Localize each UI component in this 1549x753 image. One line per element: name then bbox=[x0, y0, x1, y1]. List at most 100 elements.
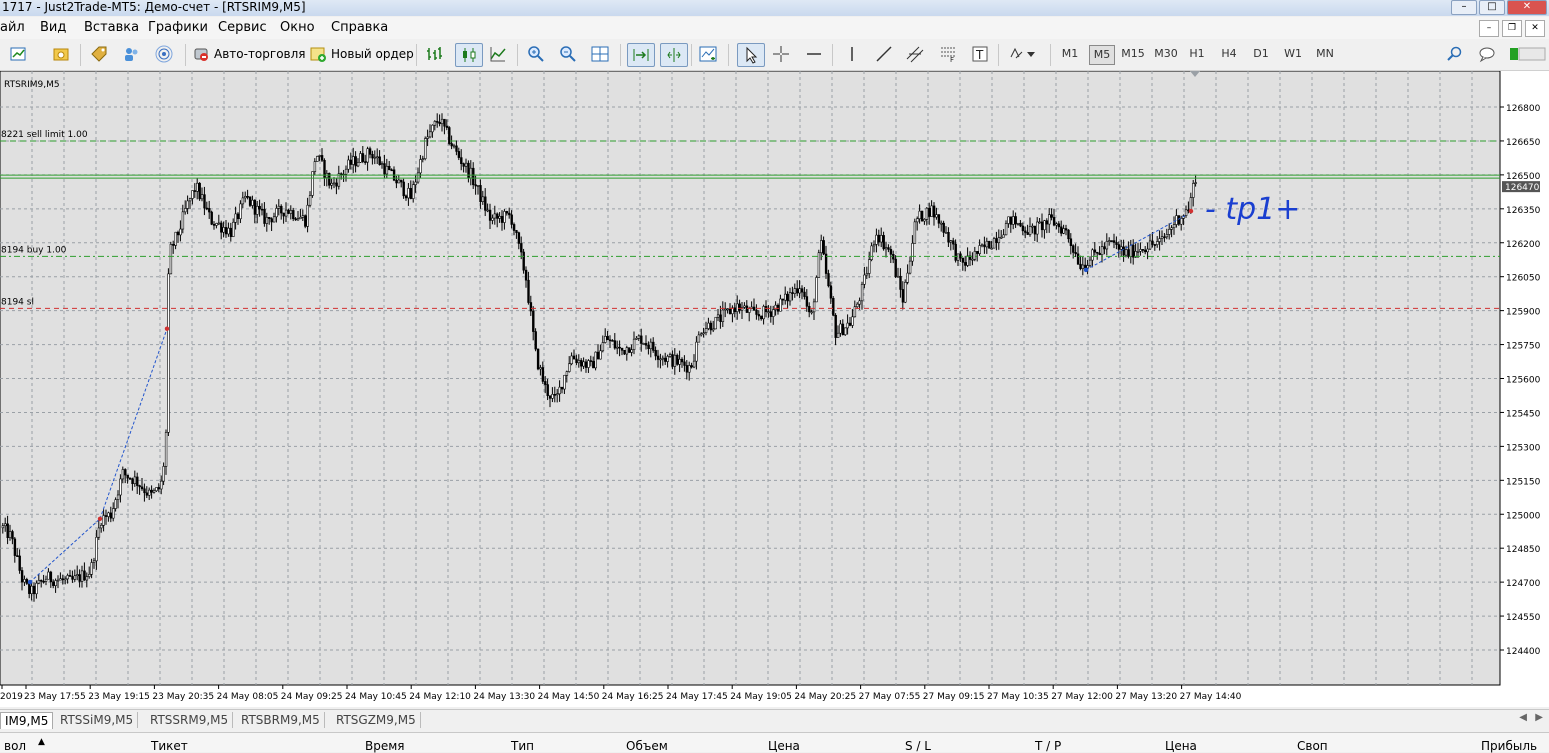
trendline-tool-button[interactable] bbox=[875, 43, 893, 65]
timeframe-d1[interactable]: D1 bbox=[1250, 45, 1272, 63]
candle-body bbox=[522, 251, 525, 271]
tabs-scroll-right-icon[interactable]: ▶ bbox=[1535, 712, 1543, 723]
timeframe-m15[interactable]: M15 bbox=[1120, 45, 1146, 63]
candle-body bbox=[272, 216, 276, 223]
candle-body bbox=[536, 348, 540, 370]
timeframe-w1[interactable]: W1 bbox=[1282, 45, 1304, 63]
cursor-tool-button[interactable] bbox=[737, 43, 765, 67]
auto-scroll-button[interactable] bbox=[627, 43, 655, 67]
timeframe-m5[interactable]: M5 bbox=[1089, 45, 1115, 65]
candle-body bbox=[808, 305, 811, 313]
candle-body bbox=[92, 560, 96, 563]
candle-body bbox=[517, 232, 521, 244]
candle-body bbox=[815, 277, 818, 303]
candlestick-button[interactable] bbox=[455, 43, 483, 67]
new-chart-button[interactable] bbox=[10, 43, 28, 65]
candle-body bbox=[1088, 259, 1092, 266]
candle-body bbox=[894, 258, 897, 277]
chart-tab-rtsrim9[interactable]: IM9,M5 bbox=[0, 712, 54, 729]
chart-shift-button[interactable] bbox=[660, 43, 688, 67]
minimize-button[interactable]: – bbox=[1451, 0, 1477, 15]
robot-icon bbox=[194, 48, 208, 61]
candle-body bbox=[1026, 232, 1029, 235]
menu-help[interactable]: Справка bbox=[331, 20, 388, 35]
text-tool-button[interactable]: T bbox=[971, 43, 989, 65]
equidistant-channel-tool-button[interactable] bbox=[906, 43, 924, 65]
candle-body bbox=[215, 223, 218, 226]
candle-body bbox=[935, 214, 938, 218]
tile-windows-button[interactable] bbox=[591, 43, 609, 65]
objects-dropdown-button[interactable] bbox=[1008, 43, 1036, 65]
search-button[interactable] bbox=[1446, 43, 1464, 65]
candle-body bbox=[949, 240, 953, 243]
bar-chart-button[interactable] bbox=[425, 43, 443, 65]
candle-body bbox=[992, 238, 996, 249]
chart-canvas[interactable]: 126800 126650 126500 126350 126200 126050 1259… bbox=[0, 71, 1549, 707]
market-watch-button[interactable] bbox=[90, 43, 108, 65]
new-order-button[interactable]: Новый ордер bbox=[309, 43, 414, 65]
candle-body bbox=[40, 579, 43, 582]
chart-tab-rtsgzm9[interactable]: RTSGZM9,M5 bbox=[332, 712, 421, 728]
navigator-button[interactable] bbox=[122, 43, 140, 65]
time-axis-label: 2019 bbox=[0, 692, 23, 702]
price-chart[interactable]: 126800 126650 126500 126350 126200 126050 1259… bbox=[0, 71, 1549, 707]
menu-tools[interactable]: Сервис bbox=[218, 20, 267, 35]
signals-button[interactable] bbox=[155, 43, 173, 65]
maximize-button[interactable]: □ bbox=[1479, 0, 1505, 15]
candle-body bbox=[124, 469, 127, 476]
timeframe-m30[interactable]: M30 bbox=[1152, 45, 1180, 63]
candle-body bbox=[304, 215, 307, 227]
candle-body bbox=[1033, 225, 1037, 235]
chart-tab-rtsbrm9[interactable]: RTSBRM9,M5 bbox=[237, 712, 325, 728]
close-button[interactable]: ✕ bbox=[1507, 0, 1547, 15]
autotrading-button[interactable]: Авто-торговля bbox=[192, 43, 306, 65]
candle-body bbox=[1060, 226, 1063, 234]
time-axis-label: 24 May 09:25 bbox=[281, 692, 343, 702]
candle-body bbox=[172, 244, 175, 246]
vertical-line-tool-button[interactable] bbox=[843, 43, 861, 65]
menu-view[interactable]: Вид bbox=[40, 20, 66, 35]
candle-body bbox=[205, 207, 209, 210]
menu-file[interactable]: айл bbox=[0, 20, 25, 35]
candle-body bbox=[397, 179, 401, 184]
candle-body bbox=[371, 154, 374, 159]
candle-body bbox=[400, 179, 403, 183]
timeframe-h1[interactable]: H1 bbox=[1186, 45, 1208, 63]
mdi-minimize-button[interactable]: – bbox=[1479, 20, 1499, 37]
timeframe-h4[interactable]: H4 bbox=[1218, 45, 1240, 63]
candle-body bbox=[414, 181, 417, 185]
chart-tab-rtssrm9[interactable]: RTSSRM9,M5 bbox=[146, 712, 234, 728]
candle-body bbox=[68, 575, 72, 577]
candle-body bbox=[1045, 220, 1049, 225]
timeframe-mn[interactable]: MN bbox=[1313, 45, 1337, 63]
indicators-button[interactable] bbox=[699, 43, 717, 65]
zoom-out-button[interactable] bbox=[559, 43, 577, 65]
tabs-scroll-left-icon[interactable]: ◀ bbox=[1519, 712, 1527, 723]
price-axis-label: 124550 bbox=[1506, 613, 1541, 623]
candle-body bbox=[716, 314, 720, 318]
fibonacci-tool-button[interactable]: F bbox=[939, 43, 957, 65]
menu-charts[interactable]: Графики bbox=[148, 20, 208, 35]
horizontal-line-tool-button[interactable] bbox=[805, 43, 823, 65]
mdi-restore-button[interactable]: ❐ bbox=[1502, 20, 1522, 37]
price-axis-label: 126200 bbox=[1506, 240, 1541, 250]
chat-button[interactable] bbox=[1478, 43, 1496, 65]
candle-body bbox=[100, 525, 103, 529]
candle-body bbox=[558, 386, 561, 395]
timeframe-m1[interactable]: M1 bbox=[1058, 45, 1082, 63]
line-chart-button[interactable] bbox=[489, 43, 507, 65]
profiles-button[interactable] bbox=[52, 43, 70, 65]
crosshair-tool-button[interactable] bbox=[772, 43, 790, 65]
candle-body bbox=[688, 365, 691, 373]
candle-body bbox=[248, 196, 252, 206]
candle-body bbox=[8, 531, 12, 538]
candle-body bbox=[1055, 223, 1058, 226]
candle-body bbox=[918, 210, 921, 220]
mdi-close-button[interactable]: ✕ bbox=[1525, 20, 1545, 37]
time-axis-label: 27 May 12:00 bbox=[1051, 692, 1113, 702]
chart-tab-rtssim9[interactable]: RTSSiM9,M5 bbox=[56, 712, 139, 728]
menu-insert[interactable]: Вставка bbox=[84, 20, 139, 35]
zoom-in-button[interactable] bbox=[527, 43, 545, 65]
menu-window[interactable]: Окно bbox=[280, 20, 315, 35]
candle-body bbox=[1024, 230, 1027, 233]
